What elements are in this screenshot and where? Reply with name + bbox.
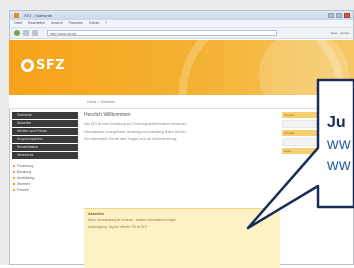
main-content: Herzlich Willkommen Das SFZ ist eine Ein…	[84, 112, 284, 145]
callout-text: Ju ww ww	[327, 112, 351, 176]
sidebar-link[interactable]: Freizeit	[12, 187, 78, 193]
breadcrumb[interactable]: Home > Startseite	[87, 100, 115, 104]
title-bar: SFZ - Startseite	[10, 11, 353, 20]
site-banner: SFZ	[9, 40, 354, 95]
content-paragraph: Wir unterstützen Sie bei allen Fragen ru…	[84, 137, 178, 142]
close-button[interactable]	[344, 13, 350, 18]
sidebar-item-home[interactable]: Startseite	[12, 112, 78, 119]
news-box: Aktuelles Neue Veranstaltung im Zentrum …	[84, 208, 280, 268]
menu-view[interactable]: Ansicht	[51, 20, 62, 27]
desktop-background-left	[0, 0, 9, 265]
toolbar-menus: Seite Extras	[331, 31, 353, 35]
minimize-button[interactable]	[328, 13, 334, 18]
sidebar-item-media[interactable]: Medien und Presse	[12, 128, 78, 135]
callout-url-1: ww	[327, 136, 352, 153]
window-controls	[328, 13, 350, 18]
refresh-icon[interactable]	[32, 30, 38, 36]
callout-title: Ju	[327, 114, 346, 131]
nav-mini-link[interactable]: · · ·	[13, 100, 18, 104]
menu-file[interactable]: Datei	[14, 20, 22, 27]
sidebar-item-news[interactable]: Aktuelles	[12, 120, 78, 127]
toolbar-page[interactable]: Seite	[331, 31, 338, 35]
menu-favorites[interactable]: Favoriten	[69, 20, 84, 27]
desktop-background-top	[0, 0, 354, 10]
nav-strip: · · · Home > Startseite	[9, 95, 354, 109]
back-icon[interactable]	[14, 30, 20, 36]
toolbar: http://www.sfz.de Seite Extras	[10, 28, 353, 39]
sidebar-item-contacts[interactable]: Ansprechpartner	[12, 136, 78, 143]
address-bar[interactable]: http://www.sfz.de	[47, 30, 277, 36]
site-logo[interactable]: SFZ	[21, 58, 65, 73]
toolbar-tools[interactable]: Extras	[340, 31, 349, 35]
logo-ring-icon	[21, 59, 34, 72]
menu-help[interactable]: ?	[105, 20, 107, 27]
forward-icon[interactable]	[23, 30, 29, 36]
content-paragraph: Informationen zu Angeboten, Beratung und…	[84, 129, 187, 134]
menu-edit[interactable]: Bearbeiten	[28, 20, 45, 27]
content-paragraph: Das SFZ ist eine Einrichtung zur Förderu…	[84, 122, 188, 126]
menu-bar: Datei Bearbeiten Ansicht Favoriten Extra…	[10, 20, 353, 28]
news-item[interactable]: Neue Veranstaltung im Zentrum - weitere …	[88, 218, 276, 222]
callout-url-2: ww	[327, 157, 352, 174]
window-title: SFZ - Startseite	[24, 13, 53, 18]
sidebar-item-network[interactable]: Netzwerke	[12, 152, 78, 159]
banner-decoration-circle	[259, 40, 349, 95]
news-item[interactable]: Ankündigung: Tag der offenen Tür im SFZ	[88, 225, 276, 229]
menu-tools[interactable]: Extras	[89, 20, 99, 27]
page-heading: Herzlich Willkommen	[84, 112, 131, 118]
sidebar: Startseite Aktuelles Medien und Presse A…	[12, 112, 78, 193]
maximize-button[interactable]	[336, 13, 342, 18]
browser-icon	[14, 13, 19, 18]
sidebar-item-rehab[interactable]: Rehabilitation	[12, 144, 78, 151]
logo-text: SFZ	[36, 58, 66, 73]
news-heading: Aktuelles	[88, 212, 104, 216]
